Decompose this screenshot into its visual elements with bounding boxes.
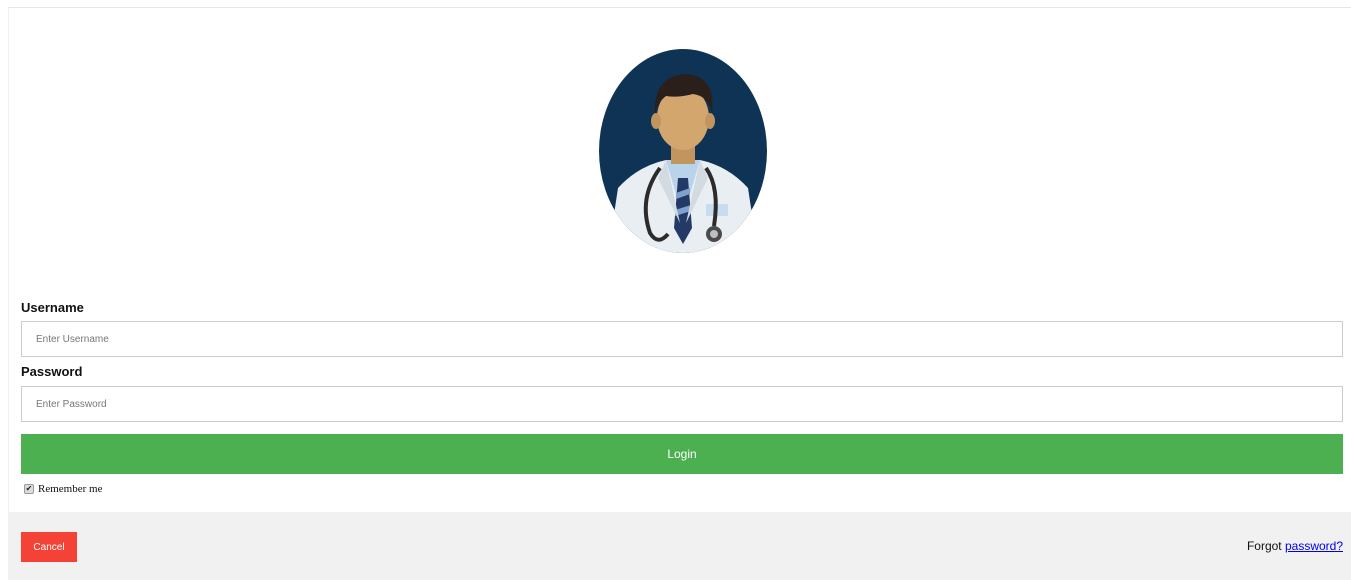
form-footer: Cancel Forgot password? bbox=[8, 512, 1351, 580]
remember-me-checkbox[interactable]: ✔ bbox=[24, 484, 34, 494]
doctor-avatar-icon bbox=[598, 48, 768, 254]
username-label: Username bbox=[21, 300, 84, 315]
remember-me-label: Remember me bbox=[38, 483, 103, 495]
forgot-password-text: Forgot password? bbox=[1247, 539, 1343, 553]
cancel-button[interactable]: Cancel bbox=[21, 532, 77, 562]
forgot-password-link[interactable]: password? bbox=[1285, 539, 1343, 553]
password-label: Password bbox=[21, 364, 83, 379]
remember-me-row: ✔ Remember me bbox=[24, 483, 102, 495]
password-input[interactable] bbox=[21, 386, 1343, 422]
username-input[interactable] bbox=[21, 321, 1343, 357]
login-button[interactable]: Login bbox=[21, 434, 1343, 474]
forgot-prefix: Forgot bbox=[1246, 539, 1282, 553]
